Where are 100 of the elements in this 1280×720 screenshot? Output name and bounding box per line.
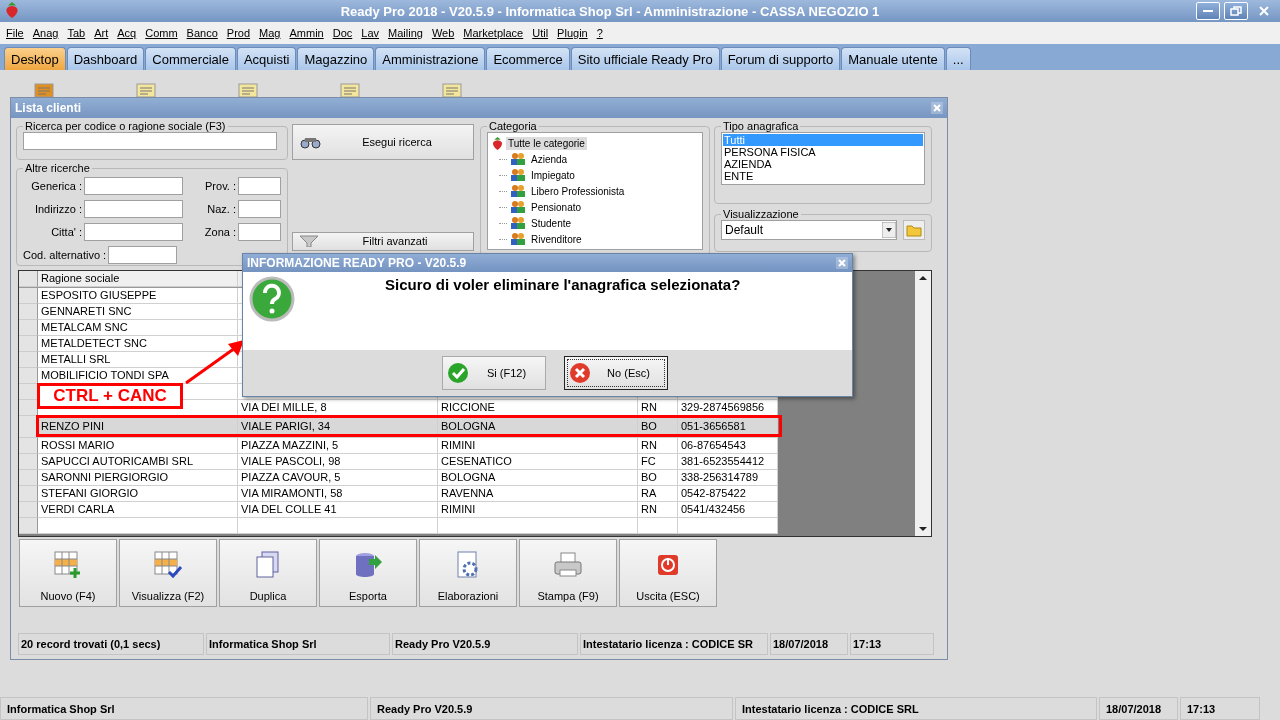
menu-item[interactable]: Mailing [384, 27, 428, 39]
tab[interactable]: Dashboard [66, 47, 145, 70]
input-field[interactable] [238, 222, 281, 241]
menu-item[interactable]: Plugin [553, 27, 593, 39]
field-label: Citta' : [51, 225, 82, 238]
tab[interactable]: Magazzino [297, 47, 375, 70]
tree-item[interactable]: Impiegato [529, 168, 577, 182]
list-item[interactable]: AZIENDA [723, 158, 923, 170]
toolbar-button[interactable]: Esporta [319, 539, 417, 607]
row-header[interactable] [19, 304, 38, 320]
table-row[interactable]: SARONNI PIERGIORGIO PIAZZA CAVOUR, 5 BOLOGNA BO 338-256314789 [19, 470, 778, 486]
tab[interactable]: ... [945, 47, 971, 70]
row-header[interactable] [19, 336, 38, 352]
list-item[interactable]: ENTE [723, 170, 923, 182]
toolbar-button[interactable]: Uscita (ESC) [619, 539, 717, 607]
row-header[interactable] [19, 438, 38, 454]
grid-plus-icon [53, 550, 83, 580]
group-label: Ricerca per codice o ragione sociale (F3) [24, 120, 227, 132]
row-header[interactable] [19, 486, 38, 502]
view-dropdown[interactable]: Default [721, 220, 897, 240]
toolbar-button[interactable]: Stampa (F9) [519, 539, 617, 607]
toolbar-button[interactable]: Visualizza (F2) [119, 539, 217, 607]
toolbar-button[interactable]: Elaborazioni [419, 539, 517, 607]
group-label: Visualizzazione [722, 208, 800, 220]
menu-item[interactable]: File [2, 27, 29, 39]
printer-icon [553, 550, 583, 580]
row-header[interactable] [19, 502, 38, 518]
row-header[interactable] [19, 400, 38, 416]
table-row[interactable]: ROSSI MARIO PIAZZA MAZZINI, 5 RIMINI RN 06-87654543 [19, 438, 778, 454]
input-field[interactable] [238, 176, 281, 195]
tree-item[interactable]: Studente [529, 216, 574, 230]
menu-item[interactable]: Banco [182, 27, 223, 39]
table-row[interactable]: STEFANI GIORGIO VIA MIRAMONTI, 58 RAVENNA RA 0542-875422 [19, 486, 778, 502]
menu-item[interactable]: Util [528, 27, 554, 39]
input-field[interactable] [238, 199, 281, 218]
row-header[interactable] [19, 352, 38, 368]
tree-item[interactable]: Libero Professionista [529, 184, 627, 198]
row-header[interactable] [19, 320, 38, 336]
table-row[interactable]: SAPUCCI AUTORICAMBI SRL VIALE PASCOLI, 98 CESENATICO FC 381-6523554412 [19, 454, 778, 470]
tree-item[interactable]: Pensionato [529, 200, 584, 214]
tab[interactable]: Acquisti [236, 47, 297, 70]
minimize-icon [1203, 10, 1213, 12]
menu-item[interactable]: Prod [222, 27, 256, 39]
tab[interactable]: Ecommerce [486, 47, 570, 70]
binoculars-icon [299, 135, 323, 149]
row-header[interactable] [19, 518, 38, 534]
input-field[interactable] [84, 176, 183, 195]
advanced-filters-button[interactable]: Filtri avanzati [292, 232, 474, 251]
row-header[interactable] [19, 454, 38, 470]
menu-item[interactable]: Lav [357, 27, 384, 39]
tab[interactable]: Amministrazione [375, 47, 486, 70]
menu-item[interactable]: Web [427, 27, 460, 39]
menu-item[interactable]: Mag [255, 27, 286, 39]
menu-item[interactable]: Comm [141, 27, 183, 39]
window-title: Lista clienti [15, 101, 82, 115]
row-header[interactable] [19, 470, 38, 486]
restore-button[interactable] [1224, 2, 1248, 20]
search-button[interactable]: Esegui ricerca [292, 124, 474, 160]
close-icon [836, 257, 848, 269]
tab[interactable]: Manuale utente [841, 47, 945, 70]
menu-item[interactable]: Tab [63, 27, 91, 39]
tree-item[interactable]: Azienda [529, 152, 570, 166]
search-field[interactable] [23, 132, 277, 150]
status-text: Ready Pro V20.5.9 [392, 633, 578, 655]
toolbar-button[interactable]: Duplica [219, 539, 317, 607]
menu-item[interactable]: ? [592, 27, 608, 39]
menu-item[interactable]: Art [90, 27, 114, 39]
column-header[interactable]: Ragione sociale [38, 271, 238, 287]
tab[interactable]: Desktop [4, 47, 66, 70]
folder-button[interactable] [903, 220, 925, 240]
field-label: Generica : [31, 179, 82, 192]
input-field[interactable] [84, 222, 183, 241]
dialog-button[interactable]: No (Esc) [563, 356, 668, 390]
minimize-button[interactable] [1196, 2, 1220, 20]
row-header[interactable] [19, 288, 38, 304]
row-header[interactable] [19, 368, 38, 384]
people-icon [510, 169, 526, 181]
scrollbar[interactable] [915, 271, 931, 536]
tree-item[interactable]: Tutte le categorie [506, 136, 587, 150]
close-icon [931, 102, 943, 114]
tree-item[interactable]: Rivenditore [529, 232, 584, 246]
menu-item[interactable]: Acq [113, 27, 142, 39]
table-row[interactable]: VERDI CARLA VIA DEL COLLE 41 RIMINI RN 0541/432456 [19, 502, 778, 518]
list-item[interactable]: PERSONA FISICA [723, 146, 923, 158]
status-text: 18/07/2018 [1099, 697, 1178, 720]
menu-item[interactable]: Ammin [285, 27, 329, 39]
tab[interactable]: Commerciale [145, 47, 236, 70]
input-field[interactable] [84, 199, 183, 218]
status-text: Informatica Shop Srl [206, 633, 390, 655]
menu-item[interactable]: Anag [28, 27, 64, 39]
dialog-button[interactable]: Si (F12) [441, 356, 546, 390]
menu-item[interactable]: Doc [328, 27, 358, 39]
status-text: Informatica Shop Srl [0, 697, 368, 720]
input-field[interactable] [108, 245, 178, 264]
table-row[interactable] [19, 518, 778, 534]
tab[interactable]: Forum di supporto [720, 47, 841, 70]
tab[interactable]: Sito ufficiale Ready Pro [570, 47, 720, 70]
menu-item[interactable]: Marketplace [459, 27, 529, 39]
group-label: Altre ricerche [24, 162, 91, 174]
toolbar-button[interactable]: Nuovo (F4) [19, 539, 117, 607]
